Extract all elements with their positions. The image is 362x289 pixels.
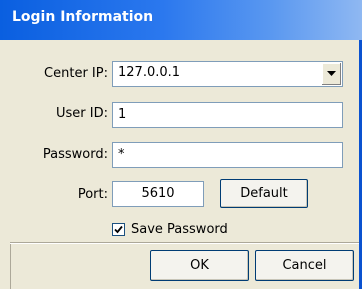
user-id-field[interactable]: 1 [112, 102, 343, 128]
user-id-label: User ID: [56, 106, 108, 121]
default-button[interactable]: Default [220, 179, 308, 208]
save-password-label: Save Password [131, 221, 228, 237]
title-bar[interactable]: Login Information [0, 0, 362, 40]
ok-button[interactable]: OK [150, 250, 249, 281]
port-field[interactable]: 5610 [112, 181, 204, 207]
check-icon [114, 225, 123, 233]
password-field[interactable]: * [112, 142, 343, 168]
center-ip-label: Center IP: [44, 66, 108, 81]
center-ip-combobox[interactable]: 127.0.0.1 [112, 61, 343, 87]
chevron-down-icon[interactable] [321, 63, 341, 85]
save-password-option[interactable]: Save Password [112, 221, 228, 237]
center-ip-value: 127.0.0.1 [118, 65, 181, 80]
login-dialog: Login Information Center IP: 127.0.0.1 U… [0, 0, 362, 289]
password-label: Password: [42, 147, 108, 162]
cancel-button[interactable]: Cancel [255, 250, 354, 281]
port-label: Port: [77, 187, 108, 202]
save-password-checkbox[interactable] [112, 222, 125, 236]
window-title: Login Information [12, 9, 154, 25]
